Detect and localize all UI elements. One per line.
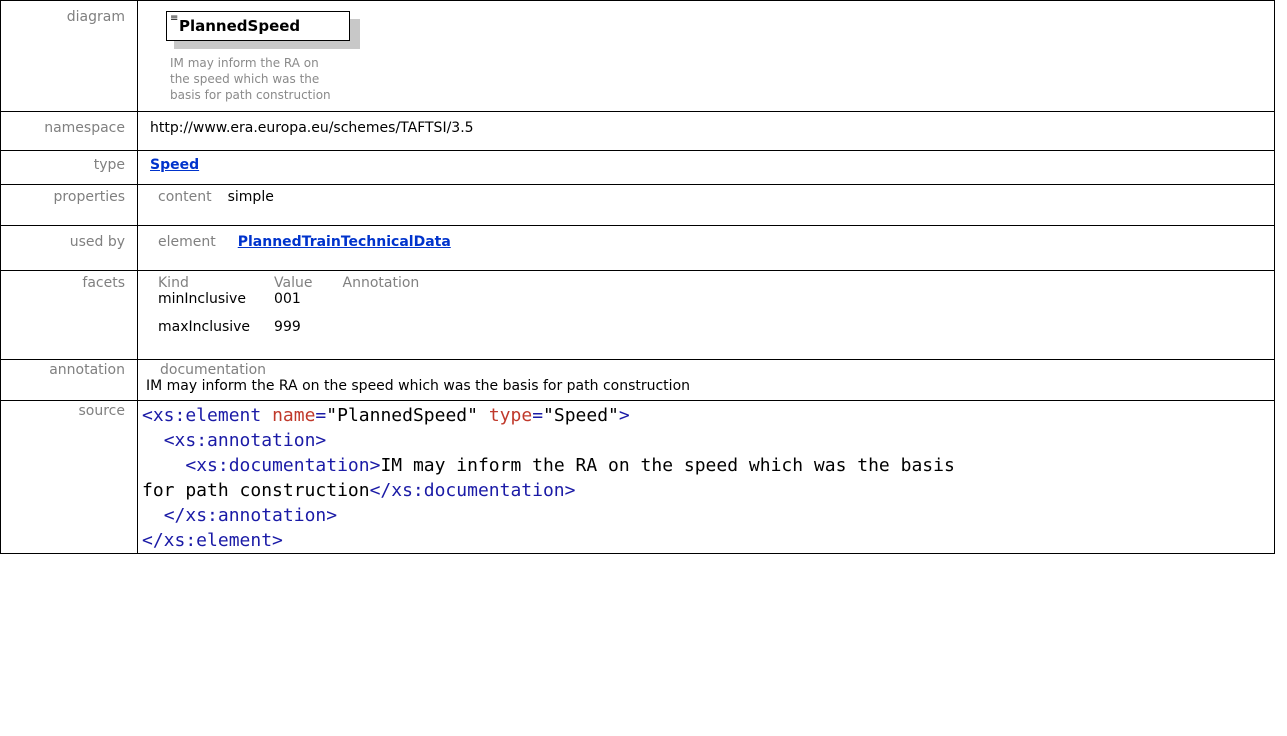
diagram-cell: ≡ PlannedSpeed IM may inform the RA on t… bbox=[137, 0, 1275, 112]
annotation-label: annotation bbox=[0, 359, 138, 401]
src-text: for path construction bbox=[142, 480, 370, 501]
facet-annotation bbox=[343, 319, 450, 347]
type-label: type bbox=[0, 150, 138, 185]
annotation-text: IM may inform the RA on the speed which … bbox=[146, 378, 691, 394]
diagram-note-line: IM may inform the RA on bbox=[170, 56, 319, 70]
element-mark-icon: ≡ bbox=[170, 13, 179, 24]
type-link[interactable]: Speed bbox=[150, 157, 199, 173]
facets-row: facets Kind Value Annotation minInclusiv… bbox=[0, 270, 1275, 360]
facets-header-value: Value bbox=[274, 275, 313, 291]
diagram-note: IM may inform the RA on the speed which … bbox=[170, 55, 390, 103]
diagram-element-name: PlannedSpeed bbox=[179, 17, 301, 35]
diagram-note-line: basis for path construction bbox=[170, 88, 331, 102]
source-row: source <xs:element name="PlannedSpeed" t… bbox=[0, 400, 1275, 554]
facet-kind: minInclusive bbox=[158, 291, 246, 307]
facets-label: facets bbox=[0, 270, 138, 360]
diagram-box: ≡ PlannedSpeed bbox=[166, 11, 350, 41]
annotation-key: documentation bbox=[160, 362, 267, 378]
properties-pair: content simple bbox=[150, 189, 1274, 205]
src-tag: <xs:annotation> bbox=[163, 430, 327, 451]
schema-doc-table: diagram ≡ PlannedSpeed IM may inform the… bbox=[0, 0, 1275, 554]
used-by-link[interactable]: PlannedTrainTechnicalData bbox=[238, 234, 451, 250]
properties-value: simple bbox=[227, 189, 274, 205]
used-by-key: element bbox=[158, 234, 216, 250]
diagram-note-line: the speed which was the bbox=[170, 72, 320, 86]
facet-value: 999 bbox=[274, 319, 301, 335]
src-tag: </xs:annotation> bbox=[163, 505, 338, 526]
facet-row: minInclusive 001 bbox=[158, 291, 449, 319]
src-tag: <xs:documentation> bbox=[185, 455, 381, 476]
src-tag: <xs:element bbox=[142, 405, 262, 426]
src-attr-name: name bbox=[272, 405, 316, 426]
src-tag: </xs:element> bbox=[142, 530, 283, 551]
type-row: type Speed bbox=[0, 150, 1275, 185]
namespace-label: namespace bbox=[0, 111, 138, 151]
diagram-label: diagram bbox=[0, 0, 138, 112]
properties-key: content bbox=[158, 189, 212, 205]
used-by-row: used by element PlannedTrainTechnicalDat… bbox=[0, 225, 1275, 271]
facets-header-kind: Kind bbox=[158, 275, 189, 291]
element-diagram-box[interactable]: ≡ PlannedSpeed bbox=[166, 11, 364, 49]
src-attr-value: "PlannedSpeed" bbox=[326, 405, 478, 426]
facet-kind: maxInclusive bbox=[158, 319, 251, 335]
namespace-row: namespace http://www.era.europa.eu/schem… bbox=[0, 111, 1275, 151]
namespace-value: http://www.era.europa.eu/schemes/TAFTSI/… bbox=[137, 111, 1275, 151]
facet-annotation bbox=[343, 291, 450, 319]
src-tag: > bbox=[618, 405, 630, 426]
facet-value: 001 bbox=[274, 291, 301, 307]
source-label: source bbox=[0, 400, 138, 554]
facets-header-row: Kind Value Annotation bbox=[158, 275, 449, 291]
src-attr-value: "Speed" bbox=[543, 405, 619, 426]
facets-table: Kind Value Annotation minInclusive 001 m… bbox=[158, 275, 449, 347]
src-text: IM may inform the RA on the speed which … bbox=[380, 455, 955, 476]
source-code: <xs:element name="PlannedSpeed" type="Sp… bbox=[142, 405, 955, 551]
src-attr-name: type bbox=[488, 405, 533, 426]
annotation-row: annotation documentation IM may inform t… bbox=[0, 359, 1275, 401]
src-tag: </xs:documentation> bbox=[369, 480, 576, 501]
diagram-row: diagram ≡ PlannedSpeed IM may inform the… bbox=[0, 0, 1275, 112]
properties-row: properties content simple bbox=[0, 184, 1275, 226]
facet-row: maxInclusive 999 bbox=[158, 319, 449, 347]
facets-header-annotation: Annotation bbox=[342, 275, 420, 291]
used-by-pair: element PlannedTrainTechnicalData bbox=[150, 234, 1274, 250]
used-by-label: used by bbox=[0, 225, 138, 271]
properties-label: properties bbox=[0, 184, 138, 226]
